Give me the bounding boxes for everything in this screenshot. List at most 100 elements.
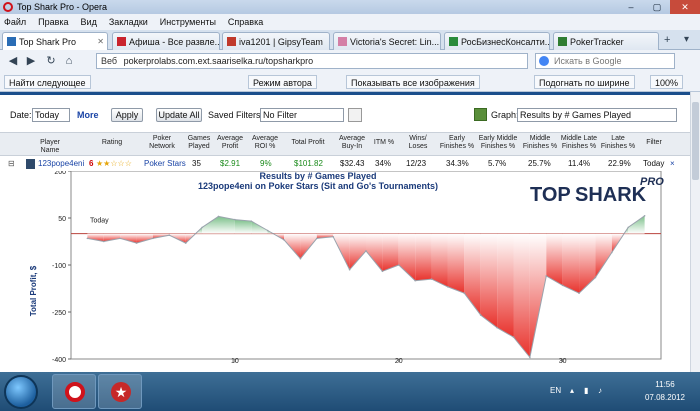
data-point (447, 286, 449, 288)
clock-date[interactable]: 07.08.2012 (640, 393, 690, 402)
url-text: pokerprolabs.com.ext.saariselka.ru/topsh… (123, 56, 314, 66)
apply-button[interactable]: Apply (111, 108, 143, 122)
player-name-link[interactable]: 123pope4eni (38, 159, 84, 168)
back-icon[interactable]: ◀ (6, 54, 20, 68)
menu-file[interactable]: Файл (4, 17, 26, 27)
th-wins-loses[interactable]: Wins/ Loses (402, 135, 434, 151)
fit-width-button[interactable]: Подогнать по ширине (534, 75, 635, 89)
rating-stars: ★★☆☆☆ (96, 159, 132, 168)
opera-logo-icon (3, 2, 13, 12)
tab-afisha[interactable]: Афиша - Все развле... (112, 32, 220, 50)
row-expander-icon[interactable]: ⊟ (8, 159, 15, 168)
y-tick-label: -400 (52, 357, 66, 364)
th-middle-late-finishes[interactable]: Middle Late Finishes % (558, 135, 600, 151)
data-point (463, 292, 466, 294)
th-itm[interactable]: ITM % (370, 139, 398, 147)
area-negative (562, 233, 580, 294)
forward-icon[interactable]: ▶ (24, 54, 38, 68)
tab-victorias-secret[interactable]: Victoria's Secret: Lin... (333, 32, 441, 50)
menu-view[interactable]: Вид (81, 17, 97, 27)
th-filter[interactable]: Filter (640, 139, 668, 147)
player-avatar (26, 159, 35, 169)
start-button[interactable] (4, 375, 38, 409)
menu-tools[interactable]: Инструменты (160, 17, 216, 27)
window-title: Top Shark Pro - Opera (17, 2, 108, 12)
th-player-name[interactable]: Player Name (30, 139, 70, 155)
close-button[interactable]: ✕ (670, 0, 700, 14)
y-tick-label: -100 (52, 263, 66, 270)
minimize-button[interactable]: – (618, 0, 644, 14)
stats-table-header: Player Name Rating Poker Network Games P… (0, 132, 690, 156)
tab-pokertracker[interactable]: PokerTracker (553, 32, 659, 50)
th-middle-finishes[interactable]: Middle Finishes % (522, 135, 558, 151)
y-tick-label: 50 (58, 216, 66, 223)
th-average-roi[interactable]: Average ROI % (248, 135, 282, 151)
filter-icon[interactable] (348, 108, 362, 122)
tab-top-shark-pro[interactable]: Top Shark Pro ✕ (2, 32, 108, 50)
tab-list-icon[interactable]: ▾ (684, 34, 689, 45)
update-all-button[interactable]: Update All (156, 108, 202, 122)
area-negative (447, 233, 465, 294)
tab-label: PokerTracker (570, 36, 624, 47)
data-point (217, 215, 220, 218)
th-poker-network[interactable]: Poker Network (142, 135, 182, 151)
data-point (234, 218, 236, 221)
th-total-profit[interactable]: Total Profit (286, 139, 330, 147)
data-point (119, 237, 121, 240)
search-field[interactable]: Искать в Google (535, 53, 675, 69)
reload-icon[interactable]: ↻ (44, 54, 58, 68)
avg-roi-cell: 9% (260, 159, 272, 168)
menu-edit[interactable]: Правка (38, 17, 68, 27)
th-late-finishes[interactable]: Late Finishes % (600, 135, 636, 151)
search-placeholder: Искать в Google (554, 56, 622, 66)
tab-close-icon[interactable]: ✕ (97, 37, 104, 46)
tab-gipsyteam[interactable]: iva1201 | GipsyTeam (222, 32, 330, 50)
th-games-played[interactable]: Games Played (185, 135, 213, 151)
language-indicator[interactable]: EN (550, 386, 561, 395)
new-tab-icon[interactable]: + (664, 34, 670, 46)
logo-text-bottom: SHARK (575, 184, 647, 206)
data-point (414, 279, 416, 282)
tab-favicon-icon (7, 37, 16, 46)
menu-help[interactable]: Справка (228, 17, 263, 27)
maximize-button[interactable]: ▢ (644, 0, 670, 14)
scrollbar-thumb[interactable] (692, 102, 699, 180)
th-average-buyin[interactable]: Average Buy-In (334, 135, 370, 151)
page-top-border (0, 92, 690, 95)
data-point (479, 314, 482, 316)
page-content: Date: Today More Apply Update All Saved … (0, 92, 690, 372)
taskbar-pokerstars[interactable]: ★ (98, 374, 142, 409)
avg-buyin-cell: $32.43 (340, 159, 365, 168)
data-point (184, 242, 187, 244)
tray-arrow-icon[interactable]: ▴ (570, 386, 574, 395)
tab-rbc[interactable]: РосБизнесКонсалти... (444, 32, 550, 50)
remove-row-icon[interactable]: × (670, 159, 675, 168)
itm-cell: 34% (375, 159, 392, 168)
show-images-button[interactable]: Показывать все изображения (346, 75, 480, 89)
x-tick-label: 20 (395, 358, 403, 364)
data-point (611, 251, 613, 254)
clock-time[interactable]: 11:56 (640, 380, 690, 389)
th-early-middle-finishes[interactable]: Early Middle Finishes % (476, 135, 520, 151)
page-scrollbar[interactable] (690, 92, 700, 372)
date-select[interactable]: Today (32, 108, 70, 122)
taskbar-opera[interactable] (52, 374, 96, 409)
author-mode-button[interactable]: Режим автора (248, 75, 317, 89)
th-average-profit[interactable]: Average Profit (214, 135, 246, 151)
th-early-finishes[interactable]: Early Finishes % (438, 135, 476, 151)
network-icon[interactable]: ▮ (584, 386, 588, 395)
menu-bookmarks[interactable]: Закладки (109, 17, 148, 27)
home-icon[interactable]: ⌂ (62, 54, 76, 68)
url-field[interactable]: Веб pokerprolabs.com.ext.saariselka.ru/t… (96, 53, 528, 69)
windows-taskbar: ★ EN ▴ ▮ ♪ 11:56 07.08.2012 (0, 372, 700, 411)
more-link[interactable]: More (77, 110, 99, 120)
th-rating[interactable]: Rating (92, 139, 132, 147)
zoom-select[interactable]: 100% (650, 75, 684, 89)
graph-select[interactable]: Results by # Games Played (517, 108, 677, 122)
volume-icon[interactable]: ♪ (598, 386, 602, 395)
find-next-button[interactable]: Найти следующее (4, 75, 91, 89)
data-point (283, 239, 285, 241)
saved-filters-select[interactable]: No Filter (260, 108, 344, 122)
data-point (152, 237, 154, 240)
tab-label: Victoria's Secret: Lin... (350, 36, 440, 47)
